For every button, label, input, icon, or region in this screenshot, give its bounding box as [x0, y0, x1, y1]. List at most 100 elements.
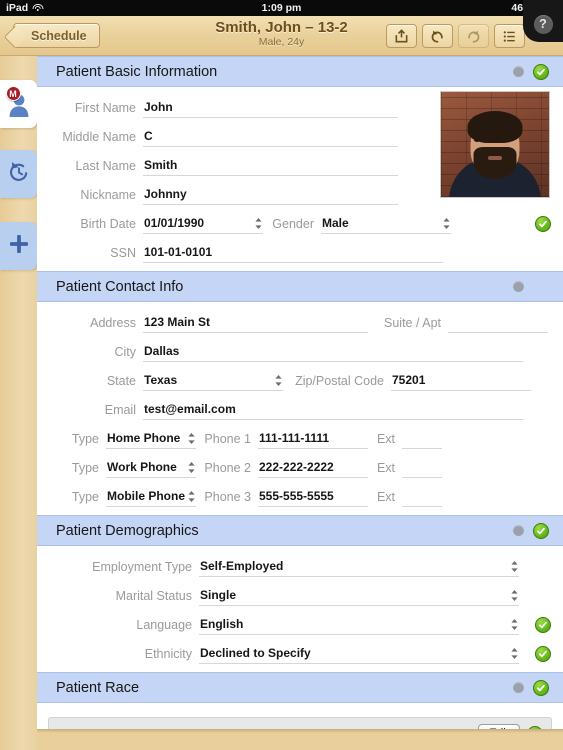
field-label: Phone 3: [204, 489, 251, 504]
field-label: Nickname: [80, 187, 136, 202]
field-value[interactable]: Johnny: [143, 185, 398, 205]
field-label: Address: [90, 315, 136, 330]
form-row: Type Mobile Phone Phone 3 555-555-5555 Ext: [37, 482, 563, 511]
form-row: Birth Date 01/01/1990 Gender Male: [37, 209, 563, 238]
list-button[interactable]: [494, 24, 525, 48]
status-dot: [513, 66, 524, 77]
status-check-badge: [533, 63, 549, 80]
field-value[interactable]: [402, 458, 442, 478]
share-button[interactable]: [386, 24, 417, 48]
form-section: Patient Contact Info Address 123 Main St Su…: [37, 271, 563, 515]
field-label: Ext: [376, 489, 395, 504]
section-header[interactable]: Patient Race: [37, 672, 563, 703]
status-check-badge: [535, 215, 551, 232]
form-section: Patient Race Patient RaceEdit: [37, 672, 563, 729]
status-check-badge: [533, 522, 549, 539]
section-header[interactable]: Patient Basic Information: [37, 56, 563, 87]
form-row: Address 123 Main St Suite / Apt: [37, 308, 563, 337]
form-row: Type Home Phone Phone 1 111-111-1111 Ext: [37, 424, 563, 453]
field-value[interactable]: Declined to Specify: [199, 644, 519, 664]
form-row: Email test@email.com: [37, 395, 563, 424]
help-icon: ?: [533, 14, 553, 34]
field-value[interactable]: test@email.com: [143, 400, 523, 420]
stepper-icon[interactable]: [187, 490, 196, 503]
stepper-icon[interactable]: [510, 647, 519, 660]
form-section: Patient Demographics Employment Type Self-…: [37, 515, 563, 672]
history-icon: [7, 160, 31, 189]
navigation-bar: Schedule Smith, John – 13-2 Male, 24y: [0, 16, 563, 56]
field-value[interactable]: Smith: [143, 156, 398, 176]
back-button-schedule[interactable]: Schedule: [13, 23, 100, 48]
field-value[interactable]: English: [199, 615, 519, 635]
stepper-icon[interactable]: [254, 217, 263, 230]
field-label: Suite / Apt: [384, 315, 441, 330]
field-value[interactable]: [402, 429, 442, 449]
undo-button[interactable]: [422, 24, 453, 48]
field-value[interactable]: Male: [321, 214, 451, 234]
field-value[interactable]: Dallas: [143, 342, 523, 362]
stepper-icon[interactable]: [274, 374, 283, 387]
section-title: Patient Race: [56, 679, 140, 696]
field-value[interactable]: 555-555-5555: [258, 487, 368, 507]
list-icon: [502, 29, 517, 44]
ipad-screen: iPad 1:09 pm 46% Schedule Smith, John – …: [0, 0, 563, 750]
status-check-badge: [535, 616, 551, 633]
field-value[interactable]: C: [143, 127, 398, 147]
field-label: Phone 1: [204, 431, 251, 446]
form-row: Employment Type Self-Employed: [37, 552, 563, 581]
field-value[interactable]: 101-01-0101: [143, 243, 443, 263]
form-section: Patient Basic Information First Name John M…: [37, 56, 563, 271]
form-row: City Dallas: [37, 337, 563, 366]
field-label: Email: [104, 402, 136, 417]
help-button[interactable]: ?: [523, 0, 563, 42]
left-sidebar: M: [0, 56, 37, 750]
redo-button[interactable]: [458, 24, 489, 48]
field-value[interactable]: [402, 487, 442, 507]
field-label: State: [106, 373, 136, 388]
back-button-label: Schedule: [31, 28, 87, 43]
field-value[interactable]: [448, 313, 548, 333]
stepper-icon[interactable]: [510, 560, 519, 573]
field-label: Gender: [272, 216, 314, 231]
field-label: Last Name: [75, 158, 136, 173]
field-label: Employment Type: [92, 559, 192, 574]
field-value[interactable]: 111-111-1111: [258, 429, 368, 449]
field-value[interactable]: Single: [199, 586, 519, 606]
plus-icon: [8, 233, 30, 260]
form-row: Ethnicity Declined to Specify: [37, 639, 563, 668]
sidebar-tab-history[interactable]: [0, 150, 37, 198]
field-value[interactable]: Mobile Phone: [106, 487, 196, 507]
stepper-icon[interactable]: [187, 461, 196, 474]
stepper-icon[interactable]: [442, 217, 451, 230]
field-value[interactable]: 75201: [391, 371, 531, 391]
field-value[interactable]: Self-Employed: [199, 557, 519, 577]
field-value[interactable]: Work Phone: [106, 458, 196, 478]
section-header[interactable]: Patient Contact Info: [37, 271, 563, 302]
field-value[interactable]: Texas: [143, 371, 283, 391]
section-body: First Name John Middle Name C Last Name Smith…: [37, 87, 563, 271]
field-value[interactable]: 01/01/1990: [143, 214, 263, 234]
field-value[interactable]: 123 Main St: [143, 313, 368, 333]
form-row: Language English: [37, 610, 563, 639]
status-check-badge: [535, 645, 551, 662]
field-value[interactable]: Home Phone: [106, 429, 196, 449]
stepper-icon[interactable]: [510, 618, 519, 631]
form-row: Marital Status Single: [37, 581, 563, 610]
status-dot: [513, 682, 524, 693]
field-label: SSN: [110, 245, 136, 260]
field-value[interactable]: 222-222-2222: [258, 458, 368, 478]
stepper-icon[interactable]: [510, 589, 519, 602]
stepper-icon[interactable]: [187, 432, 196, 445]
field-value[interactable]: John: [143, 98, 398, 118]
sheet-shadow: [37, 729, 563, 733]
sidebar-tab-add[interactable]: [0, 222, 37, 270]
status-dot: [513, 281, 524, 292]
sidebar-tab-patient[interactable]: M: [0, 80, 37, 128]
section-header[interactable]: Patient Demographics: [37, 515, 563, 546]
field-label: Middle Name: [62, 129, 136, 144]
patient-photo[interactable]: [440, 91, 550, 198]
field-label: Ethnicity: [144, 646, 192, 661]
form-row: SSN 101-01-0101: [37, 238, 563, 267]
field-label: Type: [71, 460, 99, 475]
field-label: Phone 2: [204, 460, 251, 475]
